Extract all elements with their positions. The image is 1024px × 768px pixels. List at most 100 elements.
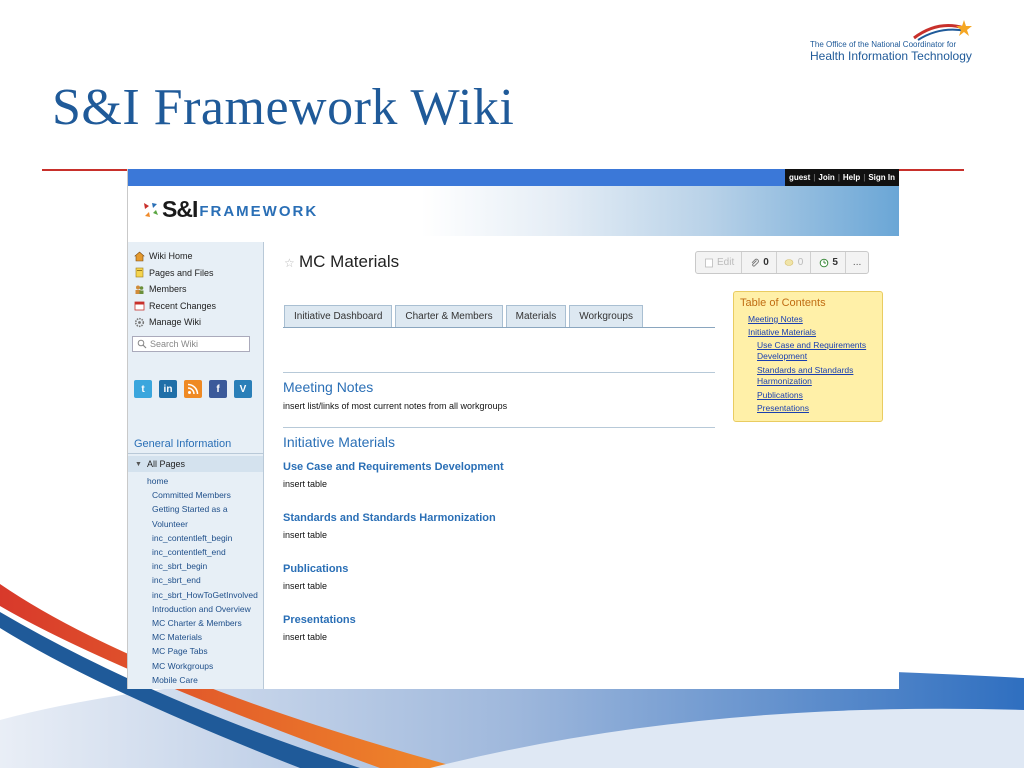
sidebar-item-label: Recent Changes bbox=[149, 300, 217, 311]
star-icon[interactable]: ☆ bbox=[284, 256, 295, 270]
arrows-logo-icon bbox=[144, 202, 158, 217]
page-link[interactable]: inc_contentleft_end bbox=[128, 545, 263, 559]
slide: The Office of the National Coordinator f… bbox=[0, 0, 1024, 768]
attachments-button[interactable]: 0 bbox=[742, 252, 777, 273]
edit-icon bbox=[703, 257, 714, 268]
use-case-body: insert table bbox=[283, 479, 328, 489]
page-link[interactable]: inc_sbrt_begin bbox=[128, 559, 263, 573]
edit-button[interactable]: Edit bbox=[696, 252, 743, 273]
search-input[interactable]: Search Wiki bbox=[132, 336, 250, 352]
standards-body: insert table bbox=[283, 530, 328, 540]
general-information-heading: General Information bbox=[134, 438, 232, 450]
revisions-button[interactable]: 5 bbox=[811, 252, 846, 273]
page-title: MC Materials bbox=[299, 252, 400, 271]
toc-link-presentations[interactable]: Presentations bbox=[757, 403, 809, 414]
tab-initiative-dashboard[interactable]: Initiative Dashboard bbox=[284, 305, 393, 327]
all-pages-label: All Pages bbox=[146, 459, 185, 469]
rss-icon[interactable] bbox=[184, 380, 202, 398]
toc-link-meeting-notes[interactable]: Meeting Notes bbox=[748, 314, 803, 325]
slide-title: S&I Framework Wiki bbox=[52, 79, 515, 136]
tab-workgroups[interactable]: Workgroups bbox=[569, 305, 643, 327]
page-link[interactable]: MC Charter & Members bbox=[128, 616, 263, 630]
sidebar: Wiki Home Pages and Files Members Recent… bbox=[128, 242, 264, 689]
sidebar-item-manage-wiki[interactable]: Manage Wiki bbox=[128, 314, 263, 331]
toc-link-standards[interactable]: Standards and Standards Harmonization bbox=[757, 365, 879, 387]
help-link[interactable]: Help bbox=[843, 173, 860, 182]
sidebar-item-label: Manage Wiki bbox=[149, 317, 202, 328]
guest-label: guest bbox=[788, 173, 811, 182]
page-link[interactable]: inc_contentleft_begin bbox=[128, 531, 263, 545]
page-link[interactable]: Volunteer bbox=[128, 517, 263, 531]
triangle-down-icon: ▼ bbox=[135, 460, 142, 468]
onc-logo: The Office of the National Coordinator f… bbox=[808, 18, 978, 66]
sidebar-item-label: Pages and Files bbox=[149, 267, 214, 278]
use-case-heading: Use Case and Requirements Development bbox=[283, 461, 504, 473]
star-swoosh-icon bbox=[913, 20, 972, 41]
separator: | bbox=[863, 173, 866, 182]
join-link[interactable]: Join bbox=[818, 173, 834, 182]
tab-underline bbox=[283, 327, 715, 328]
twitter-icon[interactable]: t bbox=[134, 380, 152, 398]
section-divider bbox=[283, 427, 715, 428]
wiki-screenshot: guest | Join | Help | Sign In S&I FRAMEW… bbox=[127, 169, 899, 689]
search-icon bbox=[136, 339, 147, 350]
brand-name: S&I bbox=[162, 196, 198, 222]
user-bar: guest | Join | Help | Sign In bbox=[784, 169, 899, 186]
comment-icon bbox=[784, 257, 795, 268]
page-link[interactable]: Mobile Care bbox=[128, 673, 263, 687]
presentations-body: insert table bbox=[283, 632, 328, 642]
social-links: t in f V bbox=[134, 380, 252, 398]
search-placeholder: Search Wiki bbox=[150, 339, 199, 349]
page-link[interactable]: Introduction and Overview bbox=[128, 602, 263, 616]
tab-materials[interactable]: Materials bbox=[505, 305, 567, 327]
vimeo-icon[interactable]: V bbox=[234, 380, 252, 398]
sidebar-item-wiki-home[interactable]: Wiki Home bbox=[128, 248, 263, 265]
toc-link-initiative-materials[interactable]: Initiative Materials bbox=[748, 327, 816, 338]
sidebar-nav: Wiki Home Pages and Files Members Recent… bbox=[128, 248, 263, 331]
comments-count: 0 bbox=[797, 257, 804, 268]
site-banner: S&I FRAMEWORK bbox=[128, 186, 899, 236]
paperclip-icon bbox=[749, 257, 760, 268]
publications-heading: Publications bbox=[283, 563, 349, 575]
edit-label: Edit bbox=[717, 257, 735, 268]
page-list: home Committed Members Getting Started a… bbox=[128, 474, 263, 687]
all-pages-toggle[interactable]: ▼ All Pages bbox=[128, 456, 263, 472]
page-link[interactable]: Getting Started as a bbox=[128, 502, 263, 516]
page-link[interactable]: MC Materials bbox=[128, 630, 263, 644]
toc-link-publications[interactable]: Publications bbox=[757, 390, 803, 401]
sidebar-item-label: Wiki Home bbox=[149, 251, 193, 262]
meeting-notes-heading: Meeting Notes bbox=[283, 379, 374, 395]
history-icon bbox=[818, 257, 829, 268]
page-link[interactable]: Committed Members bbox=[128, 488, 263, 502]
page-link[interactable]: MC Page Tabs bbox=[128, 644, 263, 658]
onc-logo-line1: The Office of the National Coordinator f… bbox=[810, 40, 957, 49]
page-link[interactable]: inc_sbrt_end bbox=[128, 573, 263, 587]
meeting-notes-body: insert list/links of most current notes … bbox=[283, 401, 508, 411]
top-bar bbox=[128, 169, 899, 186]
more-button[interactable]: ... bbox=[846, 252, 868, 273]
calendar-icon bbox=[134, 300, 145, 311]
initiative-materials-heading: Initiative Materials bbox=[283, 434, 396, 450]
gear-icon bbox=[134, 317, 145, 328]
sidebar-item-pages-and-files[interactable]: Pages and Files bbox=[128, 265, 263, 282]
revisions-count: 5 bbox=[832, 257, 838, 268]
linkedin-icon[interactable]: in bbox=[159, 380, 177, 398]
comments-button[interactable]: 0 bbox=[777, 252, 812, 273]
toc-link-use-case[interactable]: Use Case and Requirements Development bbox=[757, 340, 879, 362]
sidebar-item-recent-changes[interactable]: Recent Changes bbox=[128, 298, 263, 315]
page-link[interactable]: inc_sbrt_HowToGetInvolved bbox=[128, 588, 263, 602]
publications-body: insert table bbox=[283, 581, 328, 591]
separator: | bbox=[813, 173, 816, 182]
facebook-icon[interactable]: f bbox=[209, 380, 227, 398]
signin-link[interactable]: Sign In bbox=[868, 173, 895, 182]
tab-charter-members[interactable]: Charter & Members bbox=[395, 305, 503, 327]
page-link[interactable]: MC Workgroups bbox=[128, 659, 263, 673]
sidebar-item-label: Members bbox=[149, 284, 187, 295]
page-link[interactable]: home bbox=[128, 474, 263, 488]
pages-icon bbox=[134, 267, 145, 278]
toc-title: Table of Contents bbox=[740, 297, 826, 309]
members-icon bbox=[134, 284, 145, 295]
section-divider bbox=[283, 372, 715, 373]
sidebar-item-members[interactable]: Members bbox=[128, 281, 263, 298]
site-logo[interactable]: S&I FRAMEWORK bbox=[142, 196, 318, 223]
